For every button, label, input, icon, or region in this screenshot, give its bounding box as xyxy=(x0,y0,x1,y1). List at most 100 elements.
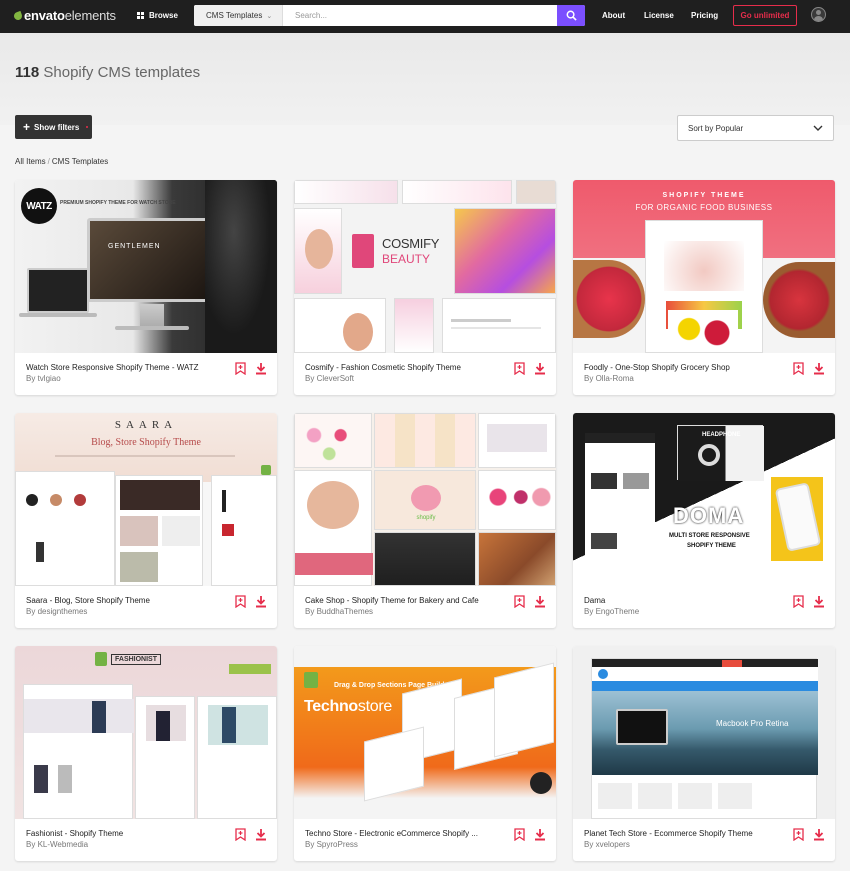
monitor-mock: GENTLEMEN xyxy=(87,218,217,302)
planet-hero-text: Macbook Pro Retina xyxy=(716,719,789,728)
download-icon[interactable] xyxy=(255,828,267,841)
watz-tagline: PREMIUM SHOPIFY THEME FOR WATCH STORE xyxy=(60,200,176,206)
breadcrumb-all-items[interactable]: All Items xyxy=(15,157,46,166)
bookmark-icon[interactable] xyxy=(793,828,804,841)
item-title[interactable]: Techno Store - Electronic eCommerce Shop… xyxy=(305,829,510,838)
item-thumbnail[interactable]: Drag & Drop Sections Page Builder Techno… xyxy=(294,646,556,819)
author-link[interactable]: SpyroPress xyxy=(317,840,358,849)
browse-menu-button[interactable]: Browse xyxy=(137,11,178,20)
author-link[interactable]: EngoTheme xyxy=(596,607,640,616)
sort-dropdown[interactable]: Sort by Popular xyxy=(677,115,834,141)
bookmark-icon[interactable] xyxy=(793,595,804,608)
item-thumbnail[interactable]: SHOPIFY THEME FOR ORGANIC FOOD BUSINESS xyxy=(573,180,835,353)
page-title-text: Shopify CMS templates xyxy=(43,64,201,81)
bookmark-icon[interactable] xyxy=(235,362,246,375)
techno-store: store xyxy=(357,698,392,715)
chevron-down-icon xyxy=(813,125,823,131)
envato-elements-logo[interactable]: envato elements xyxy=(12,8,116,23)
item-card[interactable]: WATZ PREMIUM SHOPIFY THEME FOR WATCH STO… xyxy=(15,180,277,395)
item-title[interactable]: Watch Store Responsive Shopify Theme - W… xyxy=(26,363,231,372)
item-title[interactable]: Foodly - One-Stop Shopify Grocery Shop xyxy=(584,363,789,372)
download-icon[interactable] xyxy=(813,828,825,841)
bookmark-icon[interactable] xyxy=(514,828,525,841)
go-unlimited-button[interactable]: Go unlimited xyxy=(733,5,797,26)
techno-name: Techno xyxy=(304,698,358,715)
author-link[interactable]: KL-Webmedia xyxy=(38,840,89,849)
caret-icon xyxy=(86,126,88,128)
item-title[interactable]: Cosmify - Fashion Cosmetic Shopify Theme xyxy=(305,363,510,372)
browse-label: Browse xyxy=(149,11,178,20)
item-thumbnail[interactable]: SAARA Blog, Store Shopify Theme xyxy=(15,413,277,586)
bookmark-icon[interactable] xyxy=(235,595,246,608)
bookmark-icon[interactable] xyxy=(235,828,246,841)
saara-subtitle: Blog, Store Shopify Theme xyxy=(91,437,201,448)
bookmark-icon[interactable] xyxy=(514,595,525,608)
plus-icon: + xyxy=(23,120,31,134)
monitor-screen-text: GENTLEMEN xyxy=(108,243,161,250)
item-author: By Olla-Roma xyxy=(584,374,634,383)
item-card[interactable]: SHOPIFY THEME FOR ORGANIC FOOD BUSINESS … xyxy=(573,180,835,395)
author-link[interactable]: tvlgiao xyxy=(38,374,61,383)
cosmify-brand: COSMIFY xyxy=(382,236,440,251)
item-title[interactable]: Cake Shop - Shopify Theme for Bakery and… xyxy=(305,596,510,605)
item-author: By xvelopers xyxy=(584,840,630,849)
bookmark-icon[interactable] xyxy=(793,362,804,375)
author-link[interactable]: Olla-Roma xyxy=(596,374,634,383)
account-avatar-icon[interactable] xyxy=(811,7,826,22)
item-thumbnail[interactable]: HEADPHONE DOMA MULTI STORE RESPONSIVE SH… xyxy=(573,413,835,586)
item-thumbnail[interactable]: Macbook Pro Retina xyxy=(573,646,835,819)
item-author: By SpyroPress xyxy=(305,840,358,849)
download-icon[interactable] xyxy=(813,595,825,608)
nav-license-link[interactable]: License xyxy=(644,11,674,20)
author-link[interactable]: CleverSoft xyxy=(317,374,354,383)
result-count: 118 xyxy=(15,64,40,81)
download-icon[interactable] xyxy=(813,362,825,375)
search-category-dropdown[interactable]: CMS Templates ⌄ xyxy=(194,5,283,26)
author-link[interactable]: designthemes xyxy=(38,607,88,616)
item-title[interactable]: Dama xyxy=(584,596,789,605)
author-link[interactable]: xvelopers xyxy=(596,840,630,849)
item-card[interactable]: HEADPHONE DOMA MULTI STORE RESPONSIVE SH… xyxy=(573,413,835,628)
item-thumbnail[interactable]: WATZ PREMIUM SHOPIFY THEME FOR WATCH STO… xyxy=(15,180,277,353)
download-icon[interactable] xyxy=(255,362,267,375)
show-filters-button[interactable]: + Show filters xyxy=(15,115,92,139)
download-icon[interactable] xyxy=(534,362,546,375)
item-author: By EngoTheme xyxy=(584,607,640,616)
top-navigation-bar: envato elements Browse CMS Templates ⌄ A… xyxy=(0,0,850,33)
cosmify-logo-block: COSMIFY BEAUTY xyxy=(346,220,446,280)
item-card[interactable]: SAARA Blog, Store Shopify Theme Saara - … xyxy=(15,413,277,628)
item-card[interactable]: COSMIFY BEAUTY Cosmify - Fashion Cosmeti… xyxy=(294,180,556,395)
search-input[interactable] xyxy=(283,5,557,26)
show-filters-label: Show filters xyxy=(34,122,80,132)
sort-label: Sort by Popular xyxy=(688,123,744,133)
nav-pricing-link[interactable]: Pricing xyxy=(691,11,718,20)
breadcrumb-cms-templates[interactable]: CMS Templates xyxy=(52,157,108,166)
item-author: By BuddhaThemes xyxy=(305,607,374,616)
item-title[interactable]: Planet Tech Store - Ecommerce Shopify Th… xyxy=(584,829,789,838)
saara-brand: SAARA xyxy=(114,419,178,431)
download-icon[interactable] xyxy=(255,595,267,608)
chevron-down-icon: ⌄ xyxy=(266,12,273,20)
item-title[interactable]: Fashionist - Shopify Theme xyxy=(26,829,231,838)
item-author: By designthemes xyxy=(26,607,88,616)
bookmark-icon[interactable] xyxy=(514,362,525,375)
author-link[interactable]: BuddhaThemes xyxy=(317,607,373,616)
dama-sub1: MULTI STORE RESPONSIVE xyxy=(669,533,750,539)
item-card[interactable]: Drag & Drop Sections Page Builder Techno… xyxy=(294,646,556,861)
nav-about-link[interactable]: About xyxy=(602,11,625,20)
download-icon[interactable] xyxy=(534,595,546,608)
item-thumbnail[interactable]: COSMIFY BEAUTY xyxy=(294,180,556,353)
logo-elements-text: elements xyxy=(64,8,116,23)
item-card[interactable]: FASHIONIST Fashionist - Shopify Theme By… xyxy=(15,646,277,861)
search-button[interactable] xyxy=(557,5,585,26)
download-icon[interactable] xyxy=(534,828,546,841)
cosmify-sub: BEAUTY xyxy=(382,252,431,266)
page-title: 118 Shopify CMS templates xyxy=(15,64,200,81)
item-thumbnail[interactable]: FASHIONIST xyxy=(15,646,277,819)
item-thumbnail[interactable]: shopify xyxy=(294,413,556,586)
search-category-label: CMS Templates xyxy=(206,11,263,20)
foodly-heading: SHOPIFY THEME xyxy=(662,192,746,199)
item-title[interactable]: Saara - Blog, Store Shopify Theme xyxy=(26,596,231,605)
item-card[interactable]: Macbook Pro Retina Planet Tech Store - E… xyxy=(573,646,835,861)
item-card[interactable]: shopify Cake Shop - Shopify Theme for Ba… xyxy=(294,413,556,628)
